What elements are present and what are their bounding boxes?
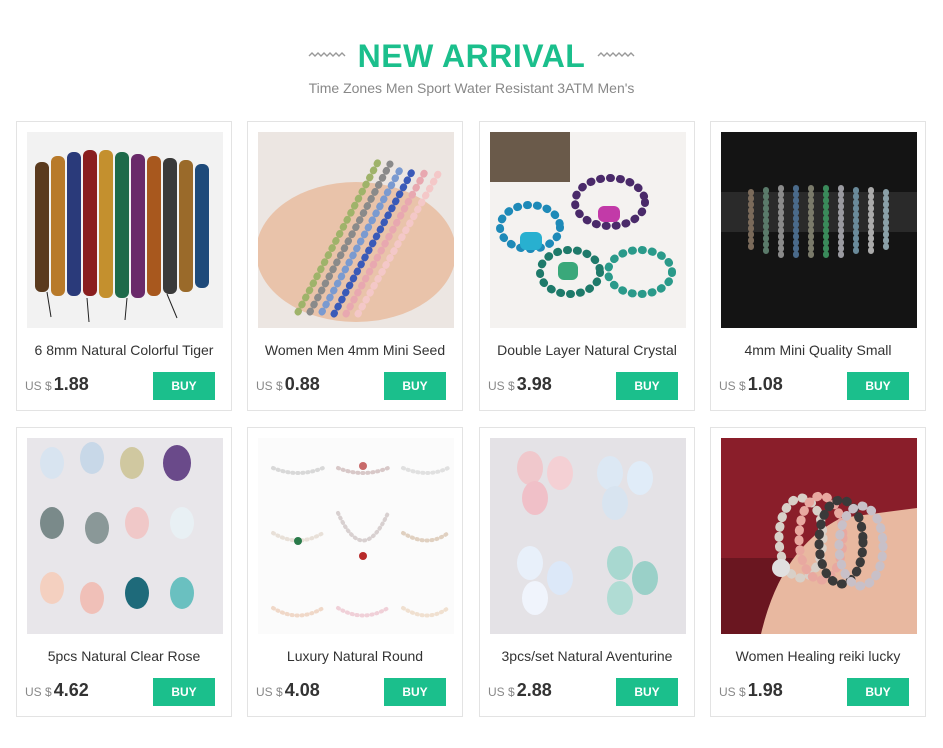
currency-label: US $ xyxy=(25,685,52,699)
currency-label: US $ xyxy=(719,685,746,699)
buy-button[interactable]: BUY xyxy=(616,372,678,400)
product-image-mini-seed-bracelets[interactable] xyxy=(258,132,454,328)
currency-label: US $ xyxy=(488,685,515,699)
product-name[interactable]: Double Layer Natural Crystal xyxy=(488,340,686,360)
product-card[interactable]: Luxury Natural Round US $ 4.08 BUY xyxy=(247,427,463,717)
product-name[interactable]: Luxury Natural Round xyxy=(256,646,454,666)
price: US $ 1.88 xyxy=(25,374,89,400)
currency-label: US $ xyxy=(256,685,283,699)
product-name[interactable]: 4mm Mini Quality Small xyxy=(719,340,917,360)
product-card[interactable]: Women Men 4mm Mini Seed US $ 0.88 BUY xyxy=(247,121,463,411)
product-name[interactable]: Women Men 4mm Mini Seed xyxy=(256,340,454,360)
buy-button[interactable]: BUY xyxy=(153,372,215,400)
price-value: 4.62 xyxy=(53,680,89,700)
product-card[interactable]: Women Healing reiki lucky US $ 1.98 BUY xyxy=(710,427,926,717)
product-name[interactable]: 5pcs Natural Clear Rose xyxy=(25,646,223,666)
price: US $ 1.98 xyxy=(719,680,783,706)
product-name[interactable]: 6 8mm Natural Colorful Tiger xyxy=(25,340,223,360)
currency-label: US $ xyxy=(488,379,515,393)
price-value: 1.08 xyxy=(747,374,783,394)
currency-label: US $ xyxy=(25,379,52,393)
price-value: 3.98 xyxy=(516,374,552,394)
price-value: 1.88 xyxy=(53,374,89,394)
wave-decoration-left-icon xyxy=(308,52,346,57)
product-image-tiger-eye-bracelets[interactable] xyxy=(27,132,223,328)
wave-decoration-right-icon xyxy=(597,52,635,57)
product-card[interactable]: 4mm Mini Quality Small US $ 1.08 BUY xyxy=(710,121,926,411)
price-value: 1.98 xyxy=(747,680,783,700)
price: US $ 3.98 xyxy=(488,374,552,400)
buy-button[interactable]: BUY xyxy=(847,678,909,706)
page-subtitle: Time Zones Men Sport Water Resistant 3AT… xyxy=(308,80,635,96)
price-value: 4.08 xyxy=(284,680,320,700)
price: US $ 0.88 xyxy=(256,374,320,400)
product-image-gemstone-pendants[interactable] xyxy=(27,438,223,634)
buy-button[interactable]: BUY xyxy=(847,372,909,400)
buy-button[interactable]: BUY xyxy=(384,372,446,400)
price: US $ 4.08 xyxy=(256,680,320,706)
buy-button[interactable]: BUY xyxy=(153,678,215,706)
product-card[interactable]: 3pcs/set Natural Aventurine US $ 2.88 BU… xyxy=(479,427,695,717)
product-name[interactable]: Women Healing reiki lucky xyxy=(719,646,917,666)
product-card[interactable]: Double Layer Natural Crystal US $ 3.98 B… xyxy=(479,121,695,411)
currency-label: US $ xyxy=(719,379,746,393)
product-image-crystal-bracelets[interactable] xyxy=(490,132,686,328)
product-image-round-bead-necklaces[interactable] xyxy=(258,438,454,634)
price-value: 0.88 xyxy=(284,374,320,394)
price: US $ 2.88 xyxy=(488,680,552,706)
product-card[interactable]: 5pcs Natural Clear Rose US $ 4.62 BUY xyxy=(16,427,232,717)
buy-button[interactable]: BUY xyxy=(616,678,678,706)
product-image-mini-stone-bracelets[interactable] xyxy=(721,132,917,328)
product-name[interactable]: 3pcs/set Natural Aventurine xyxy=(488,646,686,666)
section-header: NEW ARRIVAL Time Zones Men Sport Water R… xyxy=(0,36,943,96)
price: US $ 1.08 xyxy=(719,374,783,400)
product-image-reiki-bracelets[interactable] xyxy=(721,438,917,634)
page-title: NEW ARRIVAL xyxy=(357,37,586,74)
price-value: 2.88 xyxy=(516,680,552,700)
currency-label: US $ xyxy=(256,379,283,393)
buy-button[interactable]: BUY xyxy=(384,678,446,706)
product-image-aventurine-pendants[interactable] xyxy=(490,438,686,634)
price: US $ 4.62 xyxy=(25,680,89,706)
product-card[interactable]: 6 8mm Natural Colorful Tiger US $ 1.88 B… xyxy=(16,121,232,411)
